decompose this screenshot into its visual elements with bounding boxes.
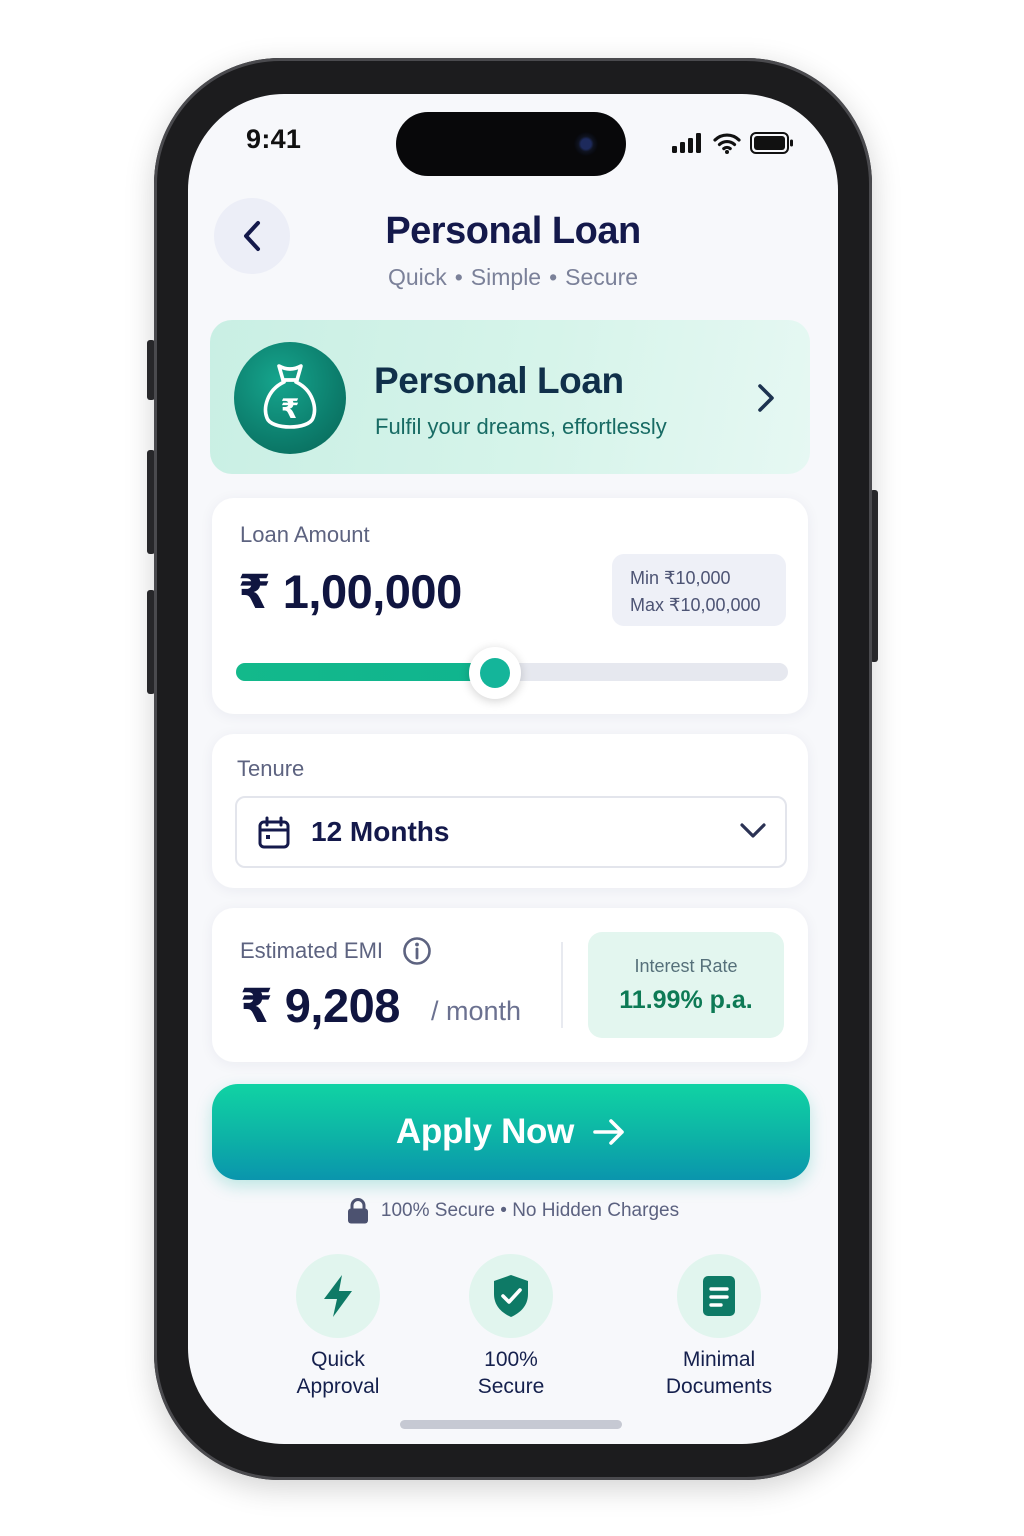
loan-amount-slider[interactable] [236, 647, 788, 699]
subtitle-simple: Simple [470, 264, 542, 290]
feature-label-line: Quick [311, 1348, 365, 1371]
lock-icon [347, 1198, 368, 1224]
apply-now-label: Apply Now [395, 1112, 575, 1151]
arrow-right-icon [593, 1119, 624, 1145]
loan-limits-box: Min ₹10,000 Max ₹10,00,000 [612, 554, 786, 626]
svg-text:₹: ₹ [281, 394, 300, 425]
feature-label-line: 100% [484, 1348, 538, 1371]
battery-icon [750, 132, 793, 154]
subtitle-quick: Quick [387, 264, 447, 290]
status-time: 9:41 [246, 124, 302, 154]
chevron-down-icon [740, 823, 766, 838]
page-title: Personal Loan [385, 210, 641, 252]
divider [561, 942, 563, 1028]
apply-now-button[interactable]: Apply Now [212, 1084, 810, 1180]
min-amount-text: Min ₹10,000 [630, 568, 731, 588]
chevron-right-icon [758, 384, 774, 412]
hero-subtitle: Fulfil your dreams, effortlessly [375, 414, 667, 439]
dynamic-island [396, 112, 626, 176]
emi-unit: / month [431, 996, 522, 1026]
wifi-icon [713, 132, 741, 154]
phone-screen: 9:41 Personal Loan Quick • Simple • Secu… [188, 94, 838, 1444]
phone-frame: 9:41 Personal Loan Quick • Simple • Secu… [154, 58, 872, 1480]
emi-value: ₹ 9,208 [240, 979, 400, 1032]
feature-secure: 100% Secure [421, 1254, 601, 1400]
home-indicator[interactable] [400, 1420, 622, 1429]
subtitle-secure: Secure [565, 264, 639, 290]
slider-fill [236, 663, 496, 681]
max-amount-text: Max ₹10,00,000 [630, 595, 761, 615]
document-icon [677, 1254, 761, 1338]
secure-note-text: 100% Secure • No Hidden Charges [380, 1200, 680, 1221]
hero-title: Personal Loan [374, 360, 624, 401]
subtitle-separator: • [454, 264, 463, 290]
feature-label-line: Approval [296, 1375, 380, 1398]
secure-note: 100% Secure • No Hidden Charges [188, 1198, 838, 1224]
shield-check-icon [469, 1254, 553, 1338]
interest-rate-label: Interest Rate [634, 956, 738, 976]
emi-card: Estimated EMI ₹ 9,208 / month Interest R… [212, 908, 808, 1062]
interest-rate-value: 11.99% p.a. [619, 986, 753, 1014]
tenure-label: Tenure [237, 756, 305, 781]
emi-label: Estimated EMI [240, 938, 384, 963]
loan-amount-label: Loan Amount [240, 522, 370, 547]
feature-label: Quick Approval [248, 1346, 428, 1400]
feature-label-line: Secure [477, 1375, 545, 1398]
lightning-icon [296, 1254, 380, 1338]
feature-label-line: Minimal [682, 1348, 756, 1371]
signal-icon [672, 133, 701, 153]
tenure-dropdown[interactable]: 12 Months [235, 796, 787, 868]
feature-minimal-documents: Minimal Documents [629, 1254, 809, 1400]
tenure-selected-value: 12 Months [311, 816, 450, 847]
loan-amount-card: Loan Amount ₹ 1,00,000 Min ₹10,000 Max ₹… [212, 498, 808, 714]
personal-loan-card[interactable]: ₹ Personal Loan Fulfil your dreams, effo… [210, 320, 810, 474]
slider-thumb[interactable] [469, 647, 522, 699]
tenure-card: Tenure 12 Months [212, 734, 808, 888]
subtitle-separator: • [549, 264, 558, 290]
page-subtitle: Quick • Simple • Secure [188, 264, 838, 291]
feature-label-line: Documents [665, 1375, 773, 1398]
info-icon[interactable] [402, 936, 432, 966]
feature-label: Minimal Documents [629, 1346, 809, 1400]
interest-rate-box: Interest Rate 11.99% p.a. [588, 932, 784, 1038]
front-camera [574, 132, 598, 156]
status-icons [672, 132, 794, 154]
feature-quick-approval: Quick Approval [248, 1254, 428, 1400]
money-bag-rupee-icon: ₹ [234, 342, 346, 454]
loan-amount-value: ₹ 1,00,000 [238, 565, 462, 618]
calendar-icon [258, 816, 290, 849]
feature-label: 100% Secure [421, 1346, 601, 1400]
